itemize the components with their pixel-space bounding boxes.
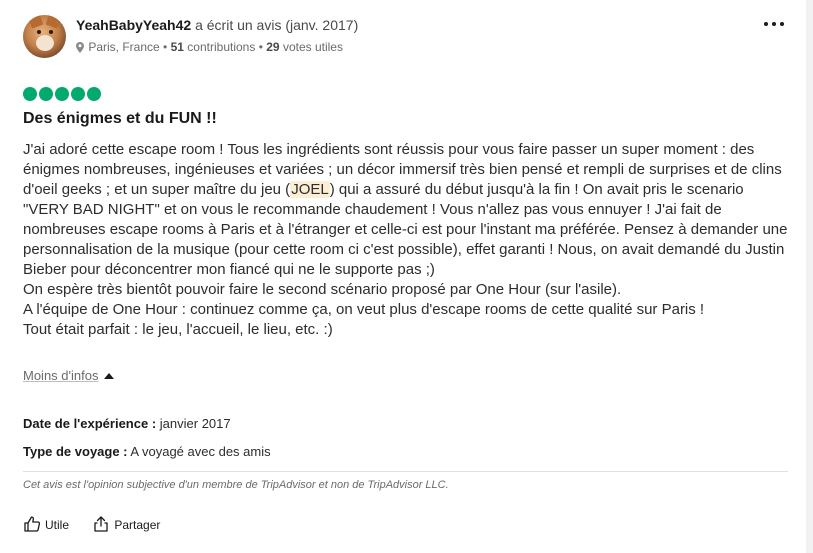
chevron-up-icon <box>104 373 115 379</box>
review-title[interactable]: Des énigmes et du FUN !! <box>23 110 217 128</box>
pin-icon <box>76 42 84 53</box>
helpful-votes-label: votes utiles <box>282 40 343 54</box>
rating-bubble <box>39 87 53 101</box>
experience-date-value: janvier 2017 <box>159 416 231 431</box>
review-body: J'ai adoré cette escape room ! Tous les … <box>23 140 793 340</box>
less-info-label: Moins d'infos <box>23 368 99 383</box>
avatar[interactable] <box>23 15 66 58</box>
wrote-review-text: a écrit un avis (janv. 2017) <box>195 17 359 33</box>
highlighted-name: JOEL <box>290 181 330 198</box>
helpful-button[interactable]: Utile <box>23 515 69 533</box>
trip-type-value: A voyagé avec des amis <box>130 444 271 459</box>
author-line: YeahBabyYeah42 a écrit un avis (janv. 20… <box>76 17 358 33</box>
meta-separator-2: • <box>258 40 263 54</box>
review-paragraph-3: A l'équipe de One Hour : continuez comme… <box>23 301 705 318</box>
author-meta: Paris, France • 51 contributions • 29 vo… <box>76 40 343 54</box>
review-header: YeahBabyYeah42 a écrit un avis (janv. 20… <box>23 15 786 59</box>
review-card: YeahBabyYeah42 a écrit un avis (janv. 20… <box>0 0 806 553</box>
more-icon[interactable] <box>762 16 786 32</box>
rating-bubble <box>71 87 85 101</box>
helpful-label: Utile <box>45 518 70 532</box>
share-label: Partager <box>114 518 161 532</box>
disclaimer: Cet avis est l'opinion subjective d'un m… <box>23 479 449 491</box>
share-button[interactable]: Partager <box>92 515 160 533</box>
experience-date: Date de l'expérience : janvier 2017 <box>23 416 231 431</box>
rating-bubble <box>87 87 101 101</box>
meta-separator: • <box>163 40 168 54</box>
author-location: Paris, France <box>88 40 160 54</box>
rating-bubbles <box>23 87 103 101</box>
review-actions: Utile Partager <box>23 515 180 533</box>
less-info-toggle[interactable]: Moins d'infos <box>23 368 115 383</box>
contributions-count: 51 <box>170 40 184 54</box>
rating-bubble <box>23 87 37 101</box>
experience-date-label: Date de l'expérience : <box>23 416 157 431</box>
rating-bubble <box>55 87 69 101</box>
trip-type-label: Type de voyage : <box>23 444 128 459</box>
share-icon <box>94 516 109 532</box>
review-paragraph-1: J'ai adoré cette escape room ! Tous les … <box>23 141 788 278</box>
author-name[interactable]: YeahBabyYeah42 <box>76 17 191 33</box>
divider <box>23 471 788 472</box>
review-paragraph-2: On espère très bientôt pouvoir faire le … <box>23 281 622 298</box>
thumbs-up-icon <box>24 516 41 532</box>
review-paragraph-4: Tout était parfait : le jeu, l'accueil, … <box>23 321 333 338</box>
helpful-votes-count: 29 <box>266 40 280 54</box>
contributions-label: contributions <box>187 40 256 54</box>
trip-type: Type de voyage : A voyagé avec des amis <box>23 444 271 459</box>
